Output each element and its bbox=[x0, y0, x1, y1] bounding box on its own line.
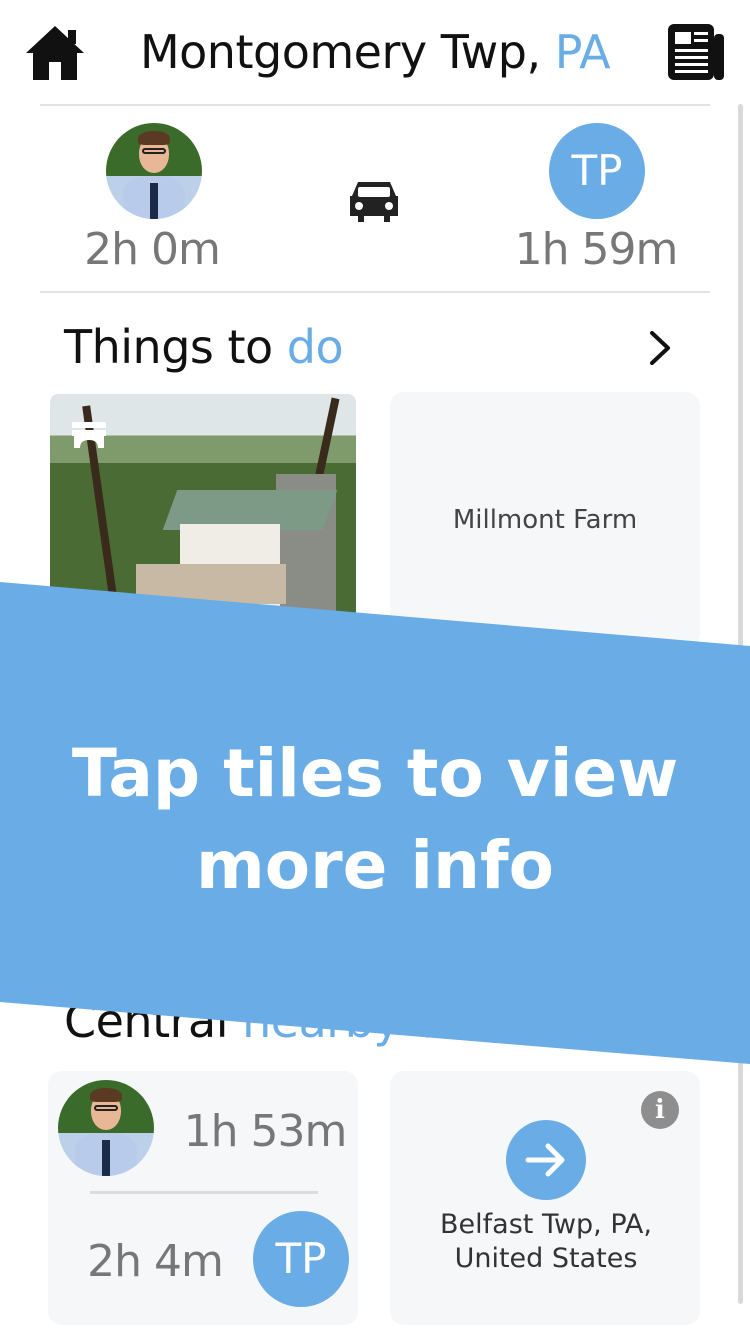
arrow-right-icon bbox=[525, 1143, 565, 1177]
page-title: Montgomery Twp, PA bbox=[100, 20, 650, 84]
companion-avatar[interactable]: TP bbox=[549, 123, 645, 219]
home-button[interactable] bbox=[24, 24, 86, 82]
attraction-tile-label: Millmont Farm bbox=[452, 505, 638, 535]
user-avatar[interactable] bbox=[106, 123, 202, 219]
navigate-button[interactable] bbox=[506, 1120, 586, 1200]
destination-line-2: United States bbox=[454, 1243, 638, 1274]
destination-label: Belfast Twp, PA, United States bbox=[392, 1208, 700, 1276]
companion-avatar-small: TP bbox=[253, 1211, 349, 1307]
user-b-travel-time: 1h 59m bbox=[514, 224, 679, 275]
chevron-right-icon[interactable] bbox=[646, 330, 676, 366]
car-icon bbox=[350, 182, 398, 222]
user-a-travel-time: 2h 0m bbox=[84, 224, 221, 275]
things-title-accent: do bbox=[286, 320, 344, 374]
central-user-a-time: 1h 53m bbox=[183, 1106, 348, 1157]
header-divider bbox=[40, 104, 710, 106]
home-icon bbox=[26, 26, 84, 80]
bridge-icon bbox=[72, 422, 106, 448]
newspaper-icon bbox=[668, 24, 724, 80]
user-avatar-small bbox=[58, 1080, 154, 1176]
central-user-b-time: 2h 4m bbox=[87, 1236, 224, 1287]
destination-line-1: Belfast Twp, PA, bbox=[440, 1209, 652, 1240]
title-state: PA bbox=[554, 25, 611, 79]
title-main: Montgomery Twp, bbox=[139, 25, 555, 79]
tutorial-banner-text: Tap tiles to view more info bbox=[40, 728, 710, 918]
summary-divider bbox=[40, 291, 710, 293]
banner-line-1: Tap tiles to view bbox=[71, 735, 679, 812]
things-to-do-heading: Things to do bbox=[64, 320, 344, 374]
info-icon[interactable]: i bbox=[641, 1091, 679, 1129]
top-bar: Montgomery Twp, PA bbox=[0, 0, 750, 105]
attraction-tile-millmont-farm[interactable]: Millmont Farm bbox=[390, 392, 700, 648]
central-tile-divider bbox=[90, 1191, 318, 1194]
news-button[interactable] bbox=[666, 22, 726, 82]
banner-line-2: more info bbox=[195, 827, 555, 904]
things-title-main: Things to bbox=[64, 320, 287, 374]
